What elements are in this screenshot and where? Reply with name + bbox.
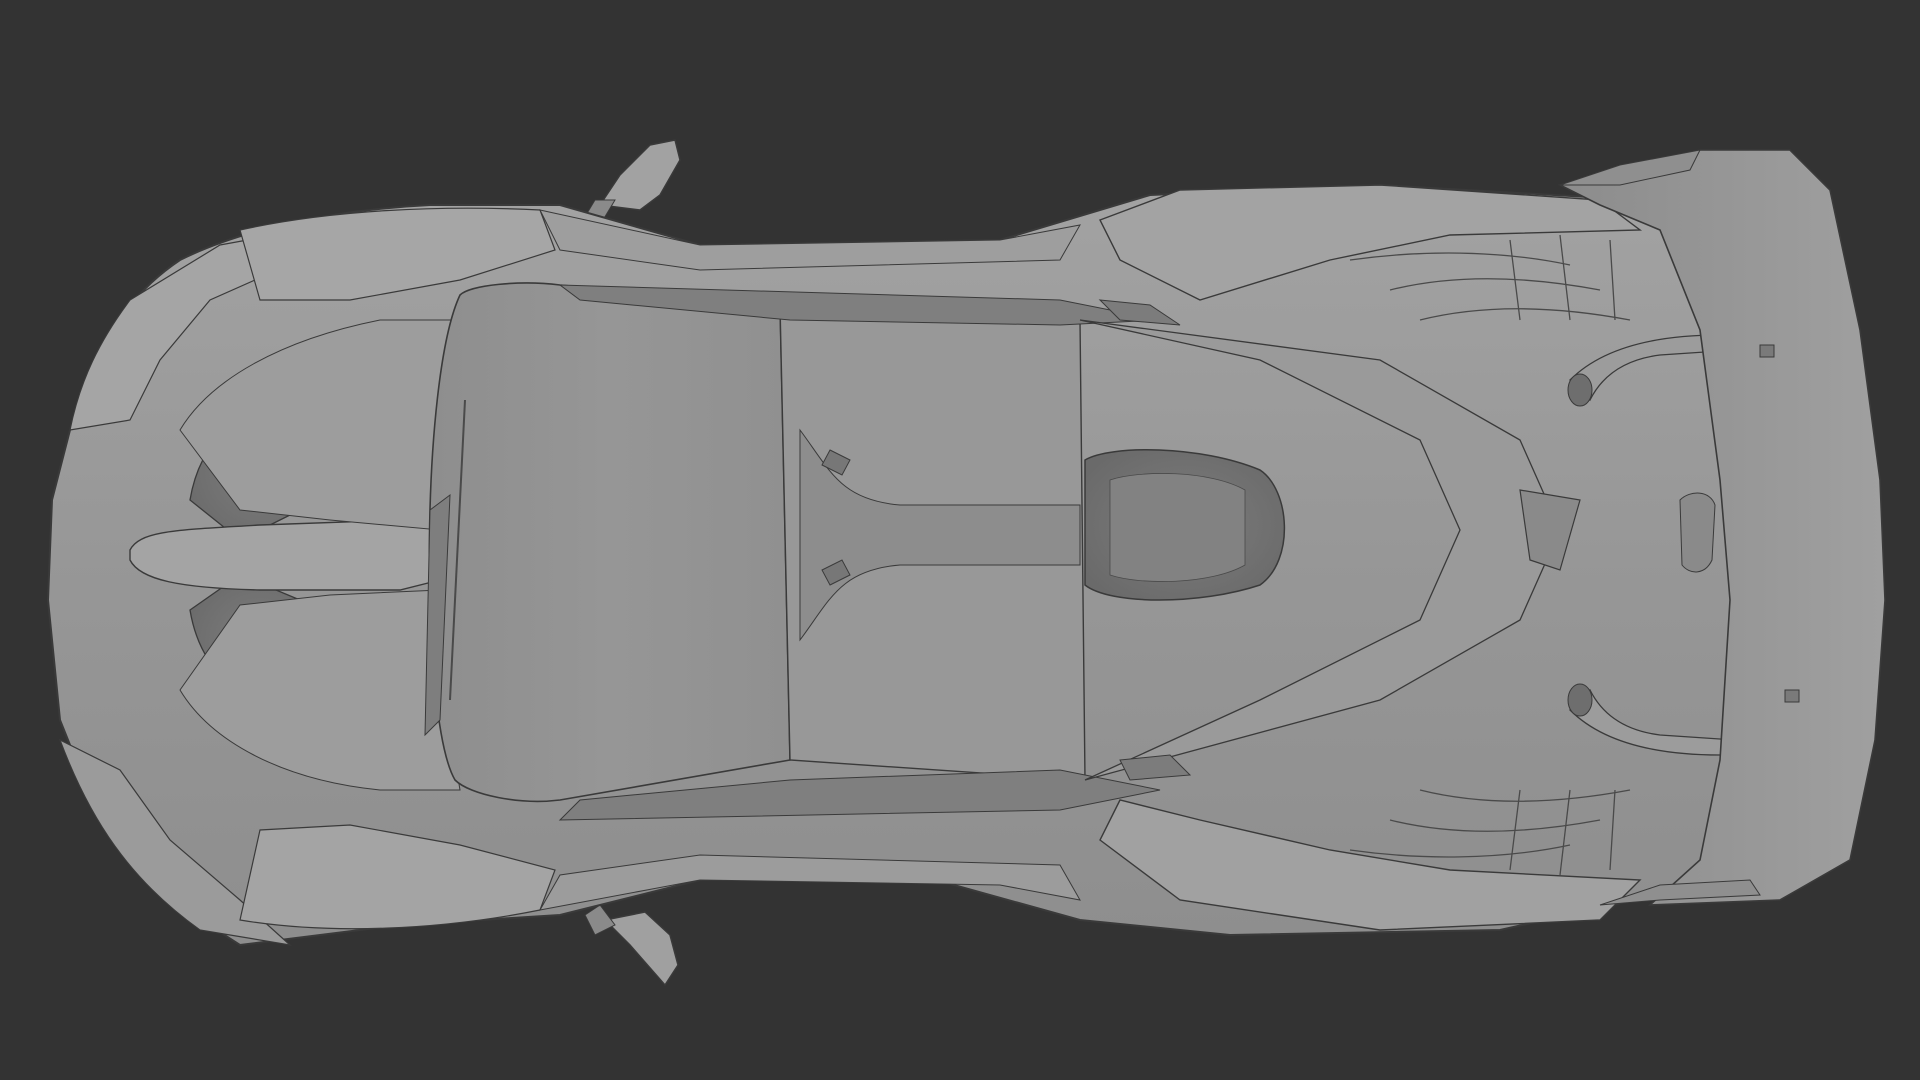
mirror-top (579, 139, 681, 226)
render-viewport (0, 0, 1920, 1080)
wing-mount-bottom (1784, 689, 1800, 703)
windshield (428, 282, 791, 803)
mirror-bottom (584, 904, 679, 987)
car-render (46, 139, 1886, 987)
hood-spine (129, 519, 441, 591)
rear-center-tab (1679, 492, 1716, 573)
wing-mount-top (1759, 344, 1775, 358)
